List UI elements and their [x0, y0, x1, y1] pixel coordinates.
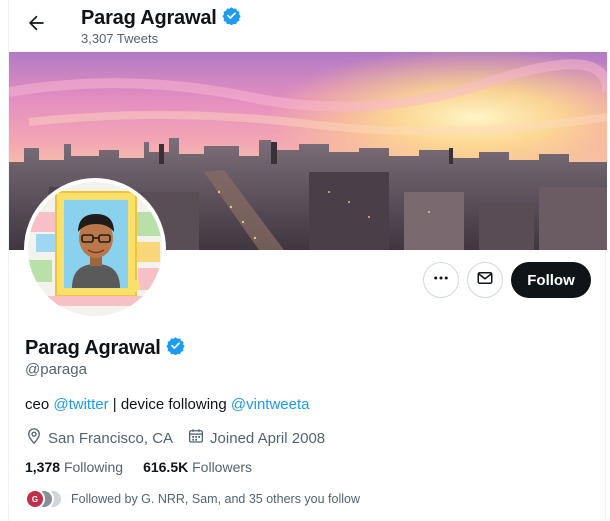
back-button[interactable] — [19, 8, 53, 42]
follow-button[interactable]: Follow — [511, 262, 591, 298]
location-item: San Francisco, CA — [25, 427, 173, 449]
following-count: 1,378 — [25, 459, 61, 475]
profile-header-bar: Parag Agrawal 3,307 Tweets — [9, 0, 607, 52]
message-button[interactable] — [467, 262, 503, 298]
profile-name-row: Parag Agrawal — [25, 336, 185, 360]
bio-mention-vintweeta[interactable]: @vintweeta — [231, 396, 310, 413]
profile-handle: @paraga — [25, 361, 87, 378]
location-pin-icon — [25, 427, 43, 449]
header-title-row: Parag Agrawal — [81, 6, 241, 30]
calendar-icon — [187, 427, 205, 449]
profile-page: Parag Agrawal 3,307 Tweets Follow Parag … — [8, 0, 607, 521]
more-icon — [432, 269, 450, 292]
tweet-count: 3,307 Tweets — [81, 31, 159, 46]
followers-count: 616.5K — [143, 459, 189, 475]
followed-by-text: Followed by G. NRR, Sam, and 35 others y… — [71, 492, 361, 506]
bio-mention-twitter[interactable]: @twitter — [53, 396, 108, 413]
display-name: Parag Agrawal — [25, 336, 161, 359]
profile-bio: ceo @twitter | device following @vintwee… — [25, 396, 310, 413]
followers-label: Followers — [192, 459, 253, 475]
mutual-avatar-1: G — [25, 489, 45, 509]
location-text: San Francisco, CA — [48, 429, 174, 447]
bio-text-middle: | device following — [108, 396, 231, 413]
following-link[interactable]: 1,378 Following — [25, 459, 123, 475]
mutual-avatar-initial: G — [31, 494, 39, 504]
joined-item: Joined April 2008 — [187, 427, 325, 449]
arrow-left-icon — [26, 13, 46, 38]
following-label: Following — [63, 459, 124, 475]
more-button[interactable] — [423, 262, 459, 298]
followers-link[interactable]: 616.5K Followers — [143, 459, 252, 475]
verified-badge-icon — [222, 6, 241, 30]
profile-stats: 1,378 Following 616.5K Followers — [25, 459, 272, 475]
mutual-followers-avatars: G — [25, 489, 63, 509]
profile-meta: San Francisco, CA Joined April 2008 — [25, 427, 339, 449]
followed-by-row[interactable]: G Followed by G. NRR, Sam, and 35 others… — [25, 489, 360, 509]
joined-text: Joined April 2008 — [210, 429, 326, 447]
header-title: Parag Agrawal — [81, 6, 217, 29]
profile-avatar[interactable] — [24, 178, 166, 320]
mail-icon — [476, 269, 494, 292]
verified-badge-icon[interactable] — [166, 336, 185, 360]
bio-text-prefix: ceo — [25, 396, 54, 413]
